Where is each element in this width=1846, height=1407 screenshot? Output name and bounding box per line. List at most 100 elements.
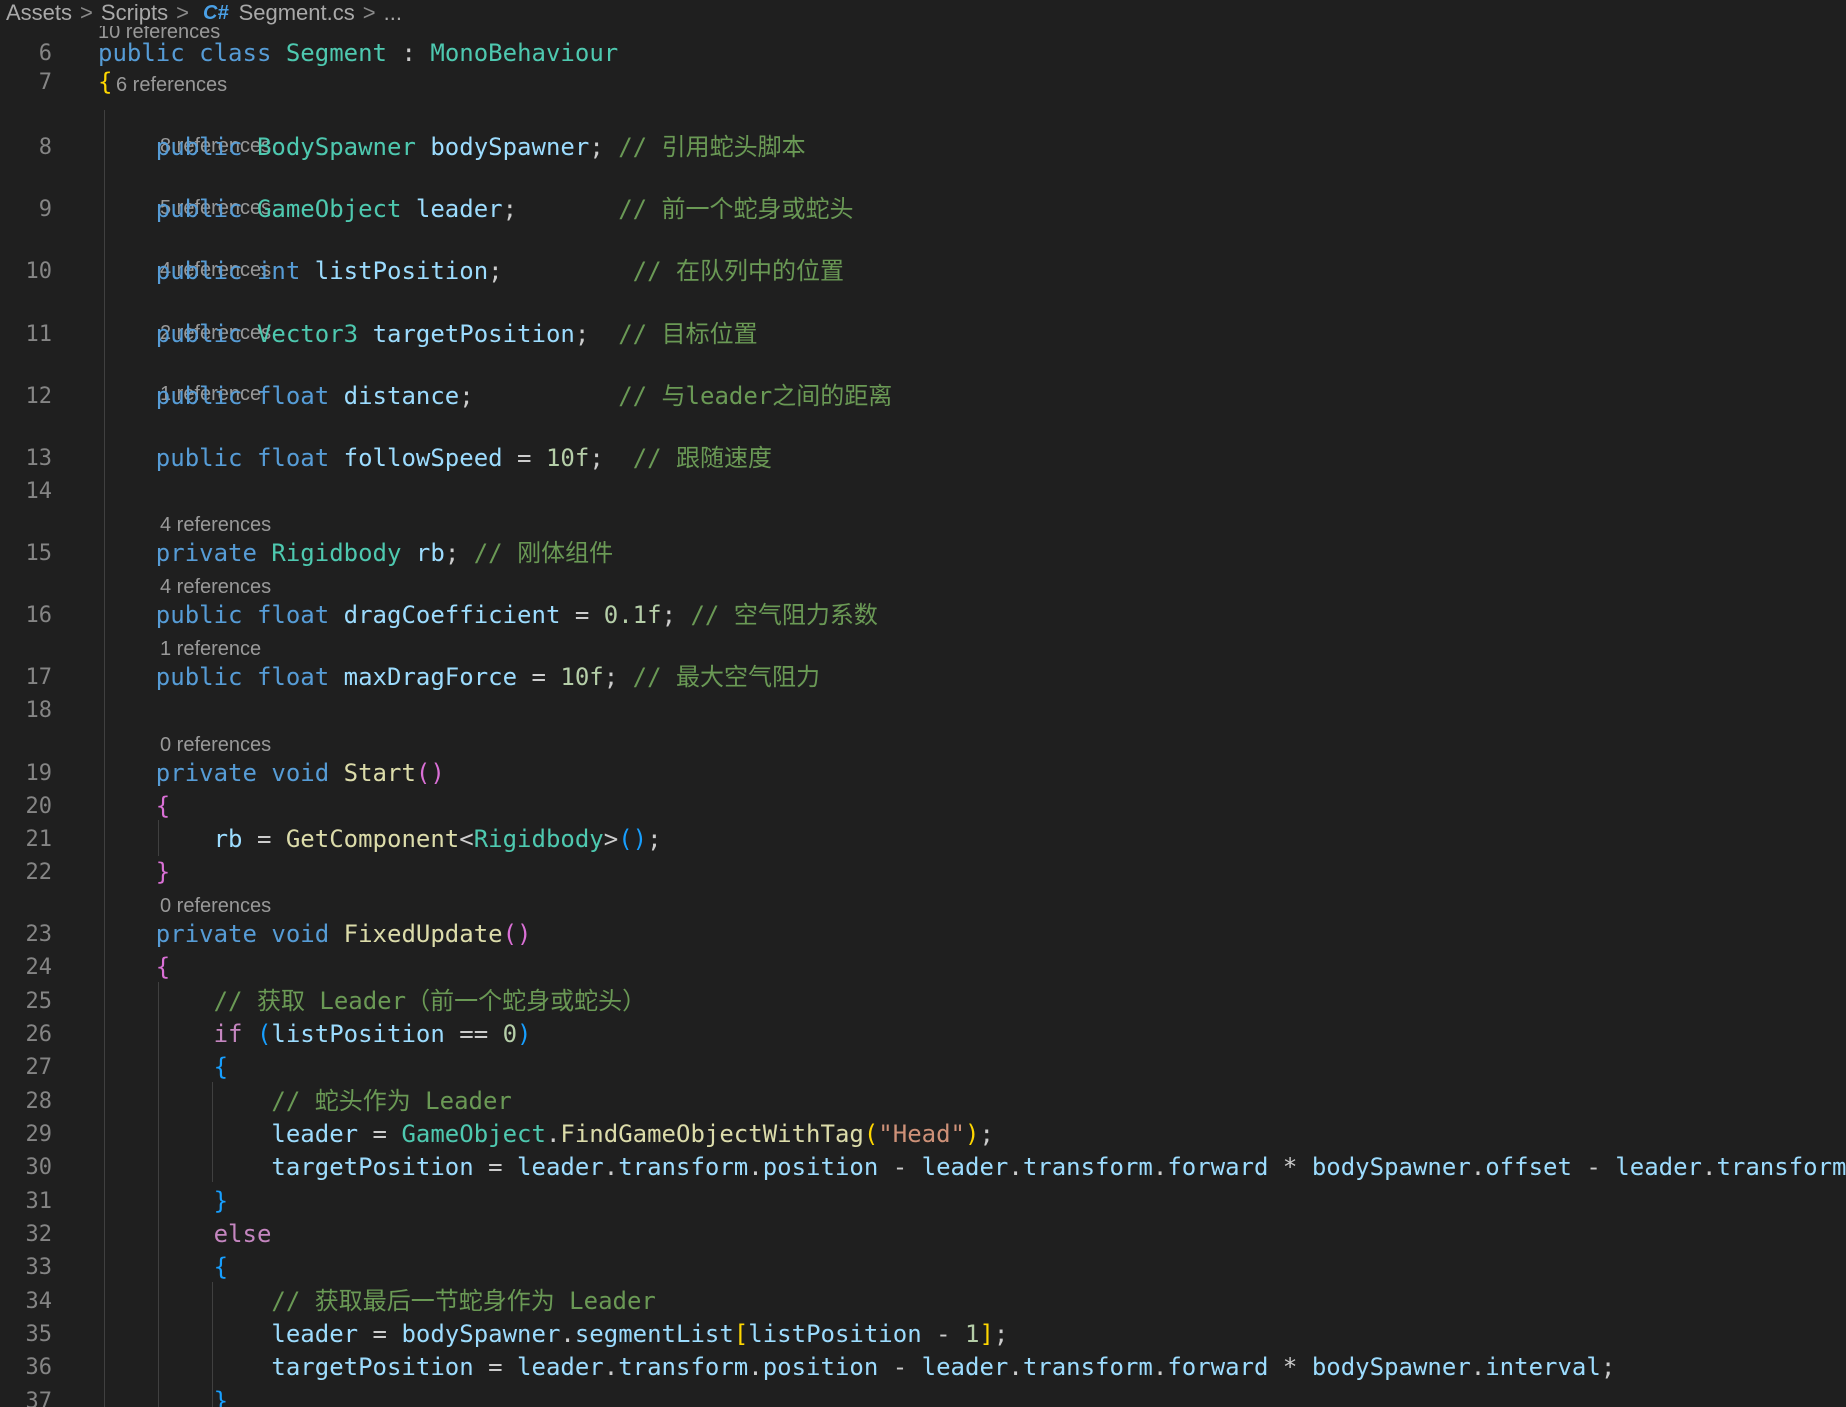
line-number: 34: [25, 1289, 53, 1314]
code-token: ]: [979, 1320, 994, 1348]
code-token: listPosition: [314, 257, 489, 285]
code-token: public: [155, 444, 243, 472]
code-token: // 目标位置: [618, 320, 758, 348]
code-token: ): [517, 1020, 532, 1048]
code-token: public: [155, 320, 243, 348]
line-number: 31: [25, 1189, 53, 1214]
chevron-right-icon: >: [362, 0, 376, 25]
line-number: 33: [25, 1255, 53, 1280]
code-token: =: [358, 1120, 402, 1148]
code-line[interactable]: public int listPosition; // 在队列中的位置: [98, 255, 844, 288]
code-line[interactable]: // 获取 Leader（前一个蛇身或蛇头）: [98, 985, 647, 1018]
code-lens-references[interactable]: 6 references: [116, 71, 227, 99]
code-line[interactable]: // 获取最后一节蛇身作为 Leader: [98, 1285, 656, 1318]
code-lens-references[interactable]: 0 references: [160, 892, 271, 920]
code-token: }: [213, 1387, 229, 1407]
code-token: // 在队列中的位置: [632, 257, 845, 285]
code-line[interactable]: public BodySpawner bodySpawner; // 引用蛇头脚…: [98, 131, 806, 164]
breadcrumb-file[interactable]: Segment.cs: [239, 0, 355, 26]
code-token: 1: [965, 1320, 980, 1348]
code-line[interactable]: public float maxDragForce = 10f; // 最大空气…: [98, 661, 820, 694]
code-line[interactable]: public float dragCoefficient = 0.1f; // …: [98, 599, 878, 632]
breadcrumb-assets[interactable]: Assets: [6, 0, 72, 26]
code-token: transform: [1716, 1153, 1846, 1181]
breadcrumb-scripts[interactable]: Scripts: [101, 0, 168, 26]
code-token: // 跟随速度: [632, 444, 773, 472]
code-token: >: [603, 825, 619, 853]
code-line[interactable]: if (listPosition == 0): [98, 1018, 532, 1051]
code-token: transform: [1022, 1153, 1153, 1181]
code-token: // 蛇头作为 Leader: [271, 1087, 512, 1115]
code-token: position: [762, 1353, 879, 1381]
code-line[interactable]: // 蛇头作为 Leader: [98, 1085, 512, 1118]
code-token: *: [1268, 1153, 1312, 1181]
code-line[interactable]: {: [98, 951, 170, 984]
code-token: leader: [517, 1353, 604, 1381]
code-line[interactable]: private Rigidbody rb; // 刚体组件: [98, 537, 613, 570]
code-token: {: [155, 953, 171, 981]
code-token: // 引用蛇头脚本: [618, 133, 806, 161]
code-token: // 最大空气阻力: [632, 663, 821, 691]
code-line[interactable]: public class Segment : MonoBehaviour: [98, 37, 618, 70]
code-line[interactable]: targetPosition = leader.transform.positi…: [98, 1151, 1846, 1184]
code-token: -: [878, 1153, 922, 1181]
code-line[interactable]: else: [98, 1218, 272, 1251]
code-token: ;: [1600, 1353, 1616, 1381]
code-token: ;: [574, 320, 619, 348]
line-number: 30: [25, 1155, 53, 1180]
line-number: 32: [25, 1222, 53, 1247]
code-token: .: [560, 1320, 575, 1348]
csharp-file-icon: C#: [203, 1, 229, 24]
code-token: float: [256, 382, 330, 410]
code-line[interactable]: private void FixedUpdate(): [98, 918, 532, 951]
line-number: 9: [38, 197, 52, 222]
code-line[interactable]: {: [98, 1051, 228, 1084]
code-line[interactable]: leader = GameObject.FindGameObjectWithTa…: [98, 1118, 994, 1151]
code-lens-references[interactable]: 4 references: [160, 511, 271, 539]
code-line[interactable]: rb = GetComponent<Rigidbody>();: [98, 823, 662, 856]
code-line[interactable]: {: [98, 790, 170, 823]
code-token: transform: [618, 1153, 749, 1181]
code-editor[interactable]: 6 7 8 9 10 11 12 13 14 15 16 17 18 19 20 21 22 23 24 25 26 27…: [0, 0, 1846, 1407]
code-token: ;: [502, 195, 619, 223]
code-token: {: [213, 1253, 229, 1281]
code-line[interactable]: targetPosition = leader.transform.positi…: [98, 1351, 1615, 1384]
code-token: .: [603, 1153, 619, 1181]
code-lens-references[interactable]: 4 references: [160, 573, 271, 601]
code-line[interactable]: }: [98, 1385, 228, 1407]
code-line[interactable]: public Vector3 targetPosition; // 目标位置: [98, 318, 758, 351]
code-line[interactable]: private void Start(): [98, 757, 445, 790]
code-token: FixedUpdate: [343, 920, 503, 948]
code-line[interactable]: leader = bodySpawner.segmentList[listPos…: [98, 1318, 1008, 1351]
code-token: MonoBehaviour: [430, 39, 619, 67]
code-line[interactable]: public float distance; // 与leader之间的距离: [98, 380, 892, 413]
code-token: bodySpawner: [1311, 1153, 1471, 1181]
code-line[interactable]: {: [98, 66, 112, 99]
code-line[interactable]: }: [98, 856, 170, 889]
code-lens-references[interactable]: 1 reference: [160, 635, 261, 663]
code-line[interactable]: {: [98, 1251, 228, 1284]
code-token: .: [748, 1153, 763, 1181]
code-line[interactable]: public float followSpeed = 10f; // 跟随速度: [98, 442, 772, 475]
code-token: dragCoefficient: [343, 601, 561, 629]
code-line[interactable]: }: [98, 1185, 228, 1218]
code-line[interactable]: public GameObject leader; // 前一个蛇身或蛇头: [98, 193, 854, 226]
code-lens-references[interactable]: 0 references: [160, 731, 271, 759]
code-token: ;: [647, 825, 662, 853]
code-token: forward: [1167, 1353, 1269, 1381]
breadcrumb-symbol[interactable]: ...: [384, 0, 402, 26]
